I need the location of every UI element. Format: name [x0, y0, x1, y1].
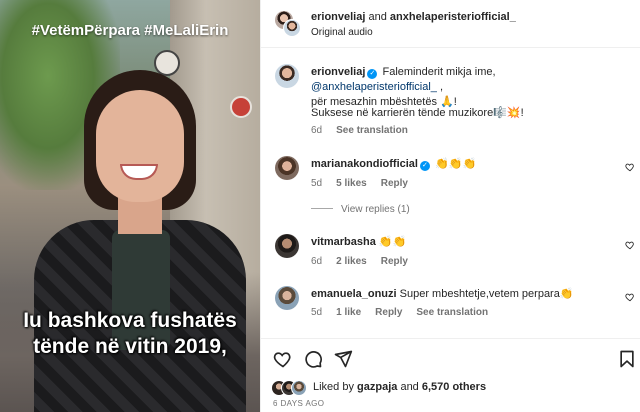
- comment-likes[interactable]: 1 like: [336, 307, 361, 318]
- post-caption: erionveliaj ✓ Faleminderit mikja ime, @an…: [261, 58, 640, 142]
- see-translation-button[interactable]: See translation: [336, 125, 408, 136]
- heart-icon[interactable]: [625, 162, 635, 172]
- video-person: [34, 70, 254, 412]
- collab-avatar-erion[interactable]: [283, 19, 301, 37]
- post-header: erionveliaj and anxhelaperisteriofficial…: [261, 0, 640, 48]
- commenter-avatar[interactable]: [275, 156, 299, 180]
- comment-meta: 5d 5 likes Reply: [311, 178, 422, 189]
- comment-username[interactable]: emanuela_onuzi: [311, 288, 397, 300]
- liker-link[interactable]: gazpaja: [357, 381, 397, 393]
- comment-age[interactable]: 5d: [311, 307, 322, 318]
- author-erion-link[interactable]: erionveliaj: [311, 11, 365, 23]
- comment-text: vitmarbasha 👏👏: [311, 236, 407, 248]
- comment-age[interactable]: 5d: [311, 178, 322, 189]
- verified-badge-icon: ✓: [419, 161, 430, 171]
- comment-likes[interactable]: 2 likes: [336, 256, 367, 267]
- comment-age[interactable]: 6d: [311, 256, 322, 267]
- comment-meta: 5d 1 like Reply See translation: [311, 307, 502, 318]
- comment-text: emanuela_onuzi Super mbeshtetje,vetem pe…: [311, 288, 574, 300]
- comment-item: marianakondiofficial ✓ 👏👏👏 5d 5 likes Reply…: [261, 150, 640, 220]
- caption-age[interactable]: 6d: [311, 125, 322, 136]
- bookmark-icon[interactable]: [617, 349, 637, 369]
- replies-divider: [311, 208, 333, 209]
- reply-button[interactable]: Reply: [375, 307, 402, 318]
- comment-username[interactable]: vitmarbasha: [311, 236, 376, 248]
- liker-avatar[interactable]: [291, 380, 307, 396]
- commenter-avatar[interactable]: [275, 286, 299, 310]
- likes-count-link[interactable]: 6,570 others: [422, 381, 486, 393]
- video-hashtags: #VetëmPërpara #MeLaliErin: [31, 22, 229, 39]
- post-timestamp[interactable]: 6 DAYS AGO: [273, 399, 324, 408]
- share-icon[interactable]: [333, 349, 353, 369]
- reply-button[interactable]: Reply: [381, 178, 408, 189]
- audio-link[interactable]: Original audio: [311, 27, 373, 38]
- caption-username[interactable]: erionveliaj: [311, 66, 365, 78]
- heart-icon[interactable]: [273, 349, 293, 369]
- caption-avatar[interactable]: [275, 64, 299, 88]
- comment-username[interactable]: marianakondiofficial: [311, 158, 418, 170]
- heart-icon[interactable]: [625, 292, 635, 302]
- post-authors: erionveliaj and anxhelaperisteriofficial…: [311, 11, 516, 23]
- caption-meta: 6d See translation: [311, 125, 422, 136]
- heart-icon[interactable]: [625, 240, 635, 250]
- post-actions-bar: [261, 338, 640, 374]
- comment-item: vitmarbasha 👏👏 6d 2 likes Reply: [261, 228, 640, 272]
- verified-badge-icon: ✓: [367, 69, 378, 79]
- comment-item: emanuela_onuzi Super mbeshtetje,vetem pe…: [261, 280, 640, 324]
- caption-mention[interactable]: @anxhelaperisteriofficial_: [311, 81, 437, 93]
- caption-text: erionveliaj ✓ Faleminderit mikja ime, @an…: [311, 66, 496, 108]
- comment-text: marianakondiofficial ✓ 👏👏👏: [311, 158, 477, 171]
- post-side-panel: erionveliaj and anxhelaperisteriofficial…: [260, 0, 640, 412]
- reply-button[interactable]: Reply: [381, 256, 408, 267]
- likes-summary: Liked by gazpaja and 6,570 others: [271, 379, 631, 397]
- see-translation-button[interactable]: See translation: [416, 307, 488, 318]
- comment-icon[interactable]: [303, 349, 323, 369]
- commenter-avatar[interactable]: [275, 234, 299, 258]
- authors-joiner: and: [365, 11, 390, 23]
- comment-meta: 6d 2 likes Reply: [311, 256, 422, 267]
- video-subtitle-line-1: Iu bashkova fushatës: [23, 309, 237, 332]
- reel-video[interactable]: #VetëmPërpara #MeLaliErin Iu bashkova fu…: [0, 0, 260, 412]
- caption-text-2: Suksese në karrierën tënde muzikore🎼💥!: [311, 107, 524, 119]
- comment-likes[interactable]: 5 likes: [336, 178, 367, 189]
- view-replies-button[interactable]: View replies (1): [311, 204, 410, 215]
- likes-text: Liked by gazpaja and 6,570 others: [313, 381, 487, 393]
- author-anxhela-link[interactable]: anxhelaperisteriofficial_: [390, 11, 516, 23]
- video-subtitle-line-2: tënde në vitin 2019,: [33, 335, 227, 358]
